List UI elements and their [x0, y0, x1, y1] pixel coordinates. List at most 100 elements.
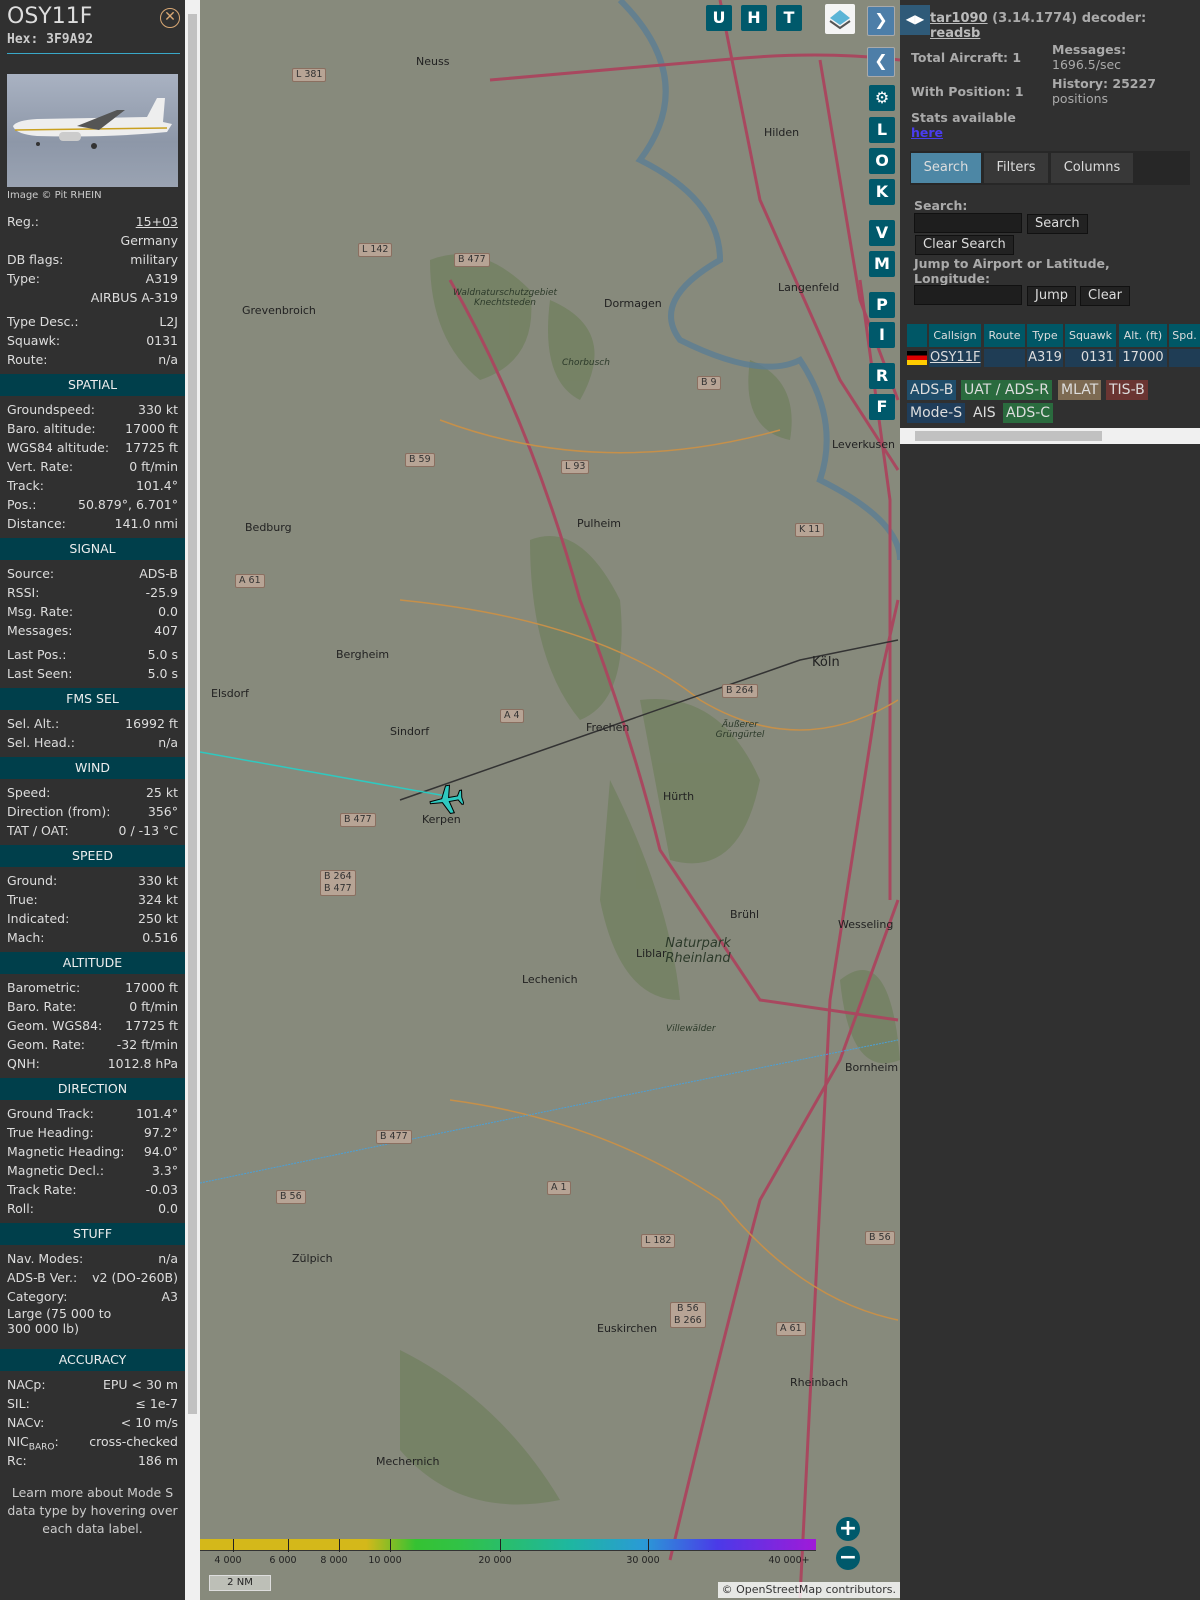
- detail-label[interactable]: NICBARO:: [7, 1432, 59, 1453]
- tab-search[interactable]: Search: [911, 153, 981, 183]
- col-type[interactable]: Type: [1027, 324, 1063, 347]
- detail-label[interactable]: Msg. Rate:: [7, 602, 73, 621]
- map[interactable]: Neuss Hilden Grevenbroich Dormagen Lange…: [200, 0, 900, 1600]
- zoom-in-button[interactable]: +: [836, 1517, 860, 1541]
- tab-columns[interactable]: Columns: [1051, 153, 1133, 183]
- detail-label[interactable]: Type:: [7, 269, 40, 288]
- expand-right-icon[interactable]: ❯: [867, 6, 895, 36]
- detail-label[interactable]: Baro. Rate:: [7, 997, 76, 1016]
- detail-label[interactable]: TAT / OAT:: [7, 821, 69, 840]
- col-speed[interactable]: Spd.: [1169, 324, 1200, 347]
- detail-label[interactable]: Ground:: [7, 871, 57, 890]
- detail-label[interactable]: Magnetic Heading:: [7, 1142, 124, 1161]
- tar1090-link[interactable]: tar1090: [930, 11, 988, 26]
- map-button-o[interactable]: O: [869, 148, 895, 174]
- map-button-f[interactable]: F: [869, 394, 895, 420]
- toggle-button-h[interactable]: H: [741, 5, 767, 31]
- detail-label[interactable]: Large (75 000 to 300 000 lb): [7, 1306, 127, 1344]
- map-button-v[interactable]: V: [869, 220, 895, 246]
- detail-label[interactable]: Sel. Head.:: [7, 733, 75, 752]
- detail-label[interactable]: Reg.:: [7, 212, 39, 231]
- close-icon[interactable]: ✕: [160, 8, 180, 28]
- detail-label[interactable]: Distance:: [7, 514, 66, 533]
- detail-label[interactable]: Geom. Rate:: [7, 1035, 85, 1054]
- detail-label[interactable]: Ground Track:: [7, 1104, 94, 1123]
- source-mlat[interactable]: MLAT: [1058, 380, 1102, 400]
- detail-label[interactable]: Roll:: [7, 1199, 34, 1218]
- detail-label[interactable]: Indicated:: [7, 909, 69, 928]
- panel-toggle-icon[interactable]: ◀▶: [900, 5, 930, 35]
- map-attribution[interactable]: © OpenStreetMap contributors.: [717, 1582, 900, 1598]
- detail-label[interactable]: Mach:: [7, 928, 44, 947]
- detail-label[interactable]: Groundspeed:: [7, 400, 95, 419]
- detail-label[interactable]: DB flags:: [7, 250, 63, 269]
- toggle-button-u[interactable]: U: [706, 5, 732, 31]
- tab-filters[interactable]: Filters: [984, 153, 1048, 183]
- detail-label[interactable]: Track Rate:: [7, 1180, 77, 1199]
- detail-label[interactable]: QNH:: [7, 1054, 40, 1073]
- detail-label[interactable]: Source:: [7, 564, 54, 583]
- detail-label[interactable]: Category:: [7, 1287, 67, 1306]
- source-ais[interactable]: AIS: [970, 403, 999, 423]
- clear-search-button[interactable]: Clear Search: [915, 235, 1014, 255]
- row-callsign[interactable]: OSY11F: [929, 349, 981, 367]
- detail-label[interactable]: Sel. Alt.:: [7, 714, 59, 733]
- detail-label[interactable]: Speed:: [7, 783, 50, 802]
- source-tisb[interactable]: TIS-B: [1106, 380, 1148, 400]
- detail-label[interactable]: True:: [7, 890, 38, 909]
- layers-icon[interactable]: [825, 4, 855, 34]
- map-button-r[interactable]: R: [869, 363, 895, 389]
- collapse-left-icon[interactable]: ❮: [867, 47, 895, 77]
- col-route[interactable]: Route: [984, 324, 1025, 347]
- decoder-link[interactable]: readsb: [930, 26, 980, 41]
- detail-label[interactable]: Rc:: [7, 1451, 27, 1470]
- jump-input[interactable]: [914, 285, 1022, 305]
- detail-label[interactable]: True Heading:: [7, 1123, 94, 1142]
- map-button-k[interactable]: K: [869, 179, 895, 205]
- detail-label[interactable]: Geom. WGS84:: [7, 1016, 102, 1035]
- detail-label[interactable]: Track:: [7, 476, 44, 495]
- jump-button[interactable]: Jump: [1027, 286, 1076, 306]
- detail-label[interactable]: NACv:: [7, 1413, 44, 1432]
- detail-label[interactable]: SIL:: [7, 1394, 30, 1413]
- detail-label[interactable]: Baro. altitude:: [7, 419, 96, 438]
- map-button-p[interactable]: P: [869, 292, 895, 318]
- detail-label[interactable]: Type Desc.:: [7, 312, 79, 331]
- detail-label[interactable]: Direction (from):: [7, 802, 111, 821]
- table-horizontal-scrollbar[interactable]: [900, 428, 1200, 444]
- detail-label[interactable]: WGS84 altitude:: [7, 438, 109, 457]
- source-uat[interactable]: UAT / ADS-R: [961, 380, 1052, 400]
- source-adsc[interactable]: ADS-C: [1003, 403, 1054, 423]
- detail-label[interactable]: Last Seen:: [7, 664, 72, 683]
- toggle-button-t[interactable]: T: [776, 5, 802, 31]
- detail-label[interactable]: Vert. Rate:: [7, 457, 73, 476]
- detail-label[interactable]: Route:: [7, 350, 48, 369]
- col-callsign[interactable]: Callsign: [929, 324, 981, 347]
- search-button[interactable]: Search: [1027, 214, 1088, 234]
- detail-label[interactable]: NACp:: [7, 1375, 46, 1394]
- zoom-out-button[interactable]: −: [836, 1546, 860, 1570]
- detail-label[interactable]: Messages:: [7, 621, 73, 640]
- col-altitude[interactable]: Alt. (ft): [1119, 324, 1167, 347]
- settings-gear-icon[interactable]: ⚙: [869, 85, 895, 111]
- search-input[interactable]: [914, 213, 1022, 233]
- stats-link[interactable]: here: [911, 125, 943, 140]
- sidebar-scrollbar-thumb[interactable]: [188, 14, 197, 1414]
- detail-value[interactable]: 15+03: [136, 212, 178, 231]
- map-button-l[interactable]: L: [869, 117, 895, 143]
- detail-label[interactable]: Magnetic Decl.:: [7, 1161, 104, 1180]
- detail-label[interactable]: RSSI:: [7, 583, 39, 602]
- map-button-m[interactable]: M: [869, 251, 895, 277]
- col-squawk[interactable]: Squawk: [1065, 324, 1116, 347]
- detail-label[interactable]: ADS-B Ver.:: [7, 1268, 77, 1287]
- detail-label[interactable]: Pos.:: [7, 495, 36, 514]
- source-adsb[interactable]: ADS-B: [907, 380, 957, 400]
- detail-label[interactable]: Last Pos.:: [7, 645, 66, 664]
- detail-label[interactable]: Nav. Modes:: [7, 1249, 83, 1268]
- detail-label[interactable]: Squawk:: [7, 331, 60, 350]
- map-button-i[interactable]: I: [869, 322, 895, 348]
- clear-button[interactable]: Clear: [1080, 286, 1130, 306]
- col-flag[interactable]: [907, 324, 927, 347]
- aircraft-photo[interactable]: [7, 74, 178, 187]
- source-modes[interactable]: Mode-S: [907, 403, 966, 423]
